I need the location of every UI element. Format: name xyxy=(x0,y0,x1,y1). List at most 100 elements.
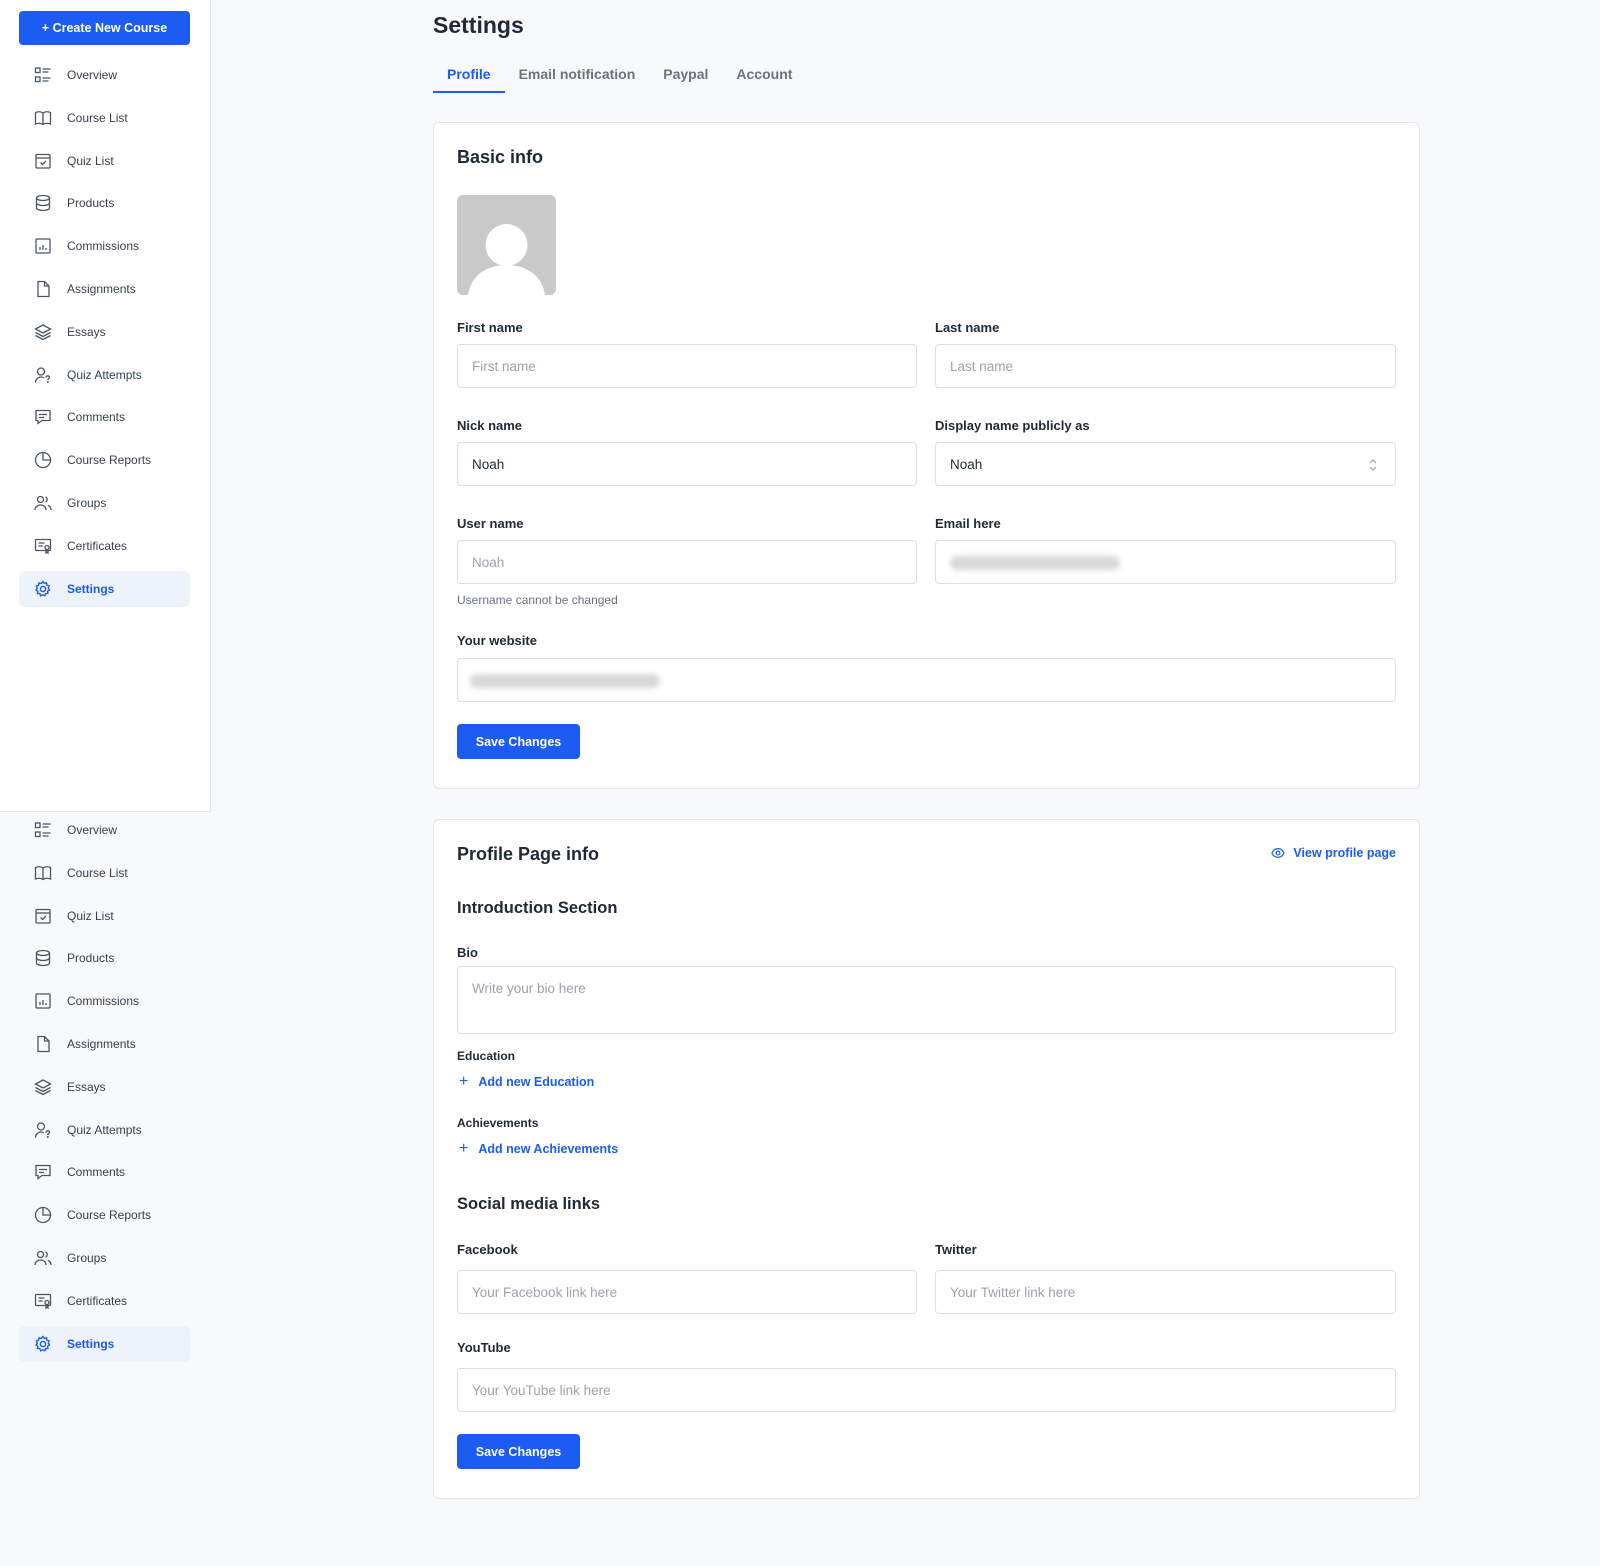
nick-name-input[interactable] xyxy=(457,442,917,486)
sidebar-item-label: Settings xyxy=(67,581,115,596)
sidebar-item-groups[interactable]: Groups xyxy=(19,485,190,521)
quiz-icon xyxy=(34,907,52,925)
profile-page-info-heading: Profile Page info xyxy=(457,844,600,864)
sidebar-item-label: Course Reports xyxy=(67,1208,152,1223)
sidebar-item-label: Certificates xyxy=(67,1293,128,1308)
layers-icon xyxy=(34,323,52,341)
gear-icon xyxy=(34,1334,52,1353)
tab-paypal[interactable]: Paypal xyxy=(649,60,722,93)
display-name-select[interactable]: Noah xyxy=(935,442,1396,486)
sidebar-item-quiz-list[interactable]: Quiz List xyxy=(19,143,190,179)
plus-icon: + xyxy=(459,1140,469,1157)
tab-email-notification[interactable]: Email notification xyxy=(505,60,650,93)
sidebar-item-secondary-course-reports[interactable]: Course Reports xyxy=(19,1197,190,1233)
sidebar-item-secondary-course-list[interactable]: Course List xyxy=(19,855,190,891)
sidebar-item-label: Assignments xyxy=(67,281,136,296)
user-name-help: Username cannot be changed xyxy=(457,593,618,607)
display-name-value: Noah xyxy=(950,456,983,472)
sidebar-item-commissions[interactable]: Commissions xyxy=(19,228,190,264)
sidebar-item-label: Commissions xyxy=(67,239,140,254)
website-input[interactable] xyxy=(457,658,1396,702)
save-changes-button[interactable]: Save Changes xyxy=(457,724,580,759)
sidebar-item-label: Essays xyxy=(67,1079,106,1094)
last-name-input[interactable] xyxy=(935,344,1396,388)
education-label: Education xyxy=(457,1049,516,1063)
sidebar-item-label: Settings xyxy=(67,1336,115,1351)
avatar[interactable] xyxy=(457,195,556,295)
sidebar-item-label: Commissions xyxy=(67,994,140,1009)
avatar-placeholder-icon xyxy=(468,224,545,295)
sidebar-item-label: Essays xyxy=(67,324,106,339)
sidebar-item-secondary-commissions[interactable]: Commissions xyxy=(19,983,190,1019)
sidebar-item-secondary-settings[interactable]: Settings xyxy=(19,1325,190,1362)
certificate-icon xyxy=(34,1292,52,1310)
sidebar-item-secondary-groups[interactable]: Groups xyxy=(19,1240,190,1276)
first-name-input[interactable] xyxy=(457,344,917,388)
email-redacted xyxy=(950,556,1120,570)
sidebar-item-course-reports[interactable]: Course Reports xyxy=(19,442,190,478)
bio-label: Bio xyxy=(457,945,478,960)
sidebar-item-secondary-assignments[interactable]: Assignments xyxy=(19,1026,190,1062)
sidebar-item-overview[interactable]: Overview xyxy=(19,57,190,93)
achievements-label: Achievements xyxy=(457,1116,539,1130)
save-changes-button[interactable]: Save Changes xyxy=(457,1434,580,1469)
settings-tabs: Profile Email notification Paypal Accoun… xyxy=(433,60,806,93)
certificate-icon xyxy=(34,537,52,555)
sidebar-item-label: Products xyxy=(67,196,115,211)
pie-chart-icon xyxy=(34,1206,52,1224)
basic-info-card: Basic info First name Last name Nick nam… xyxy=(433,122,1420,789)
twitter-label: Twitter xyxy=(935,1242,977,1257)
sidebar-item-quiz-attempts[interactable]: Quiz Attempts xyxy=(19,357,190,393)
quiz-icon xyxy=(34,152,52,170)
sidebar-item-label: Assignments xyxy=(67,1036,136,1051)
sidebar-item-label: Course Reports xyxy=(67,453,152,468)
sidebar-item-secondary-comments[interactable]: Comments xyxy=(19,1154,190,1190)
sidebar-nav: Overview Course List Quiz List Products Comm… xyxy=(19,57,190,613)
sidebar-item-label: Overview xyxy=(67,823,118,837)
tab-account[interactable]: Account xyxy=(722,60,806,93)
add-education-link[interactable]: + Add new Education xyxy=(457,1073,594,1091)
sidebar-item-essays[interactable]: Essays xyxy=(19,314,190,350)
display-name-label: Display name publicly as xyxy=(935,418,1090,433)
user-name-value: Noah xyxy=(472,554,505,570)
last-name-label: Last name xyxy=(935,320,1000,335)
sidebar-item-secondary-essays[interactable]: Essays xyxy=(19,1069,190,1105)
bio-textarea[interactable] xyxy=(457,966,1396,1034)
sidebar-item-secondary-quiz-list[interactable]: Quiz List xyxy=(19,898,190,934)
sidebar-item-products[interactable]: Products xyxy=(19,185,190,221)
file-icon xyxy=(34,1035,52,1053)
sidebar-item-course-list[interactable]: Course List xyxy=(19,100,190,136)
create-new-course-button[interactable]: + Create New Course xyxy=(19,11,190,45)
sidebar-item-secondary-products[interactable]: Products xyxy=(19,940,190,976)
sidebar-item-settings[interactable]: Settings xyxy=(19,570,190,607)
youtube-input[interactable] xyxy=(457,1368,1396,1412)
sidebar-item-label: Comments xyxy=(67,1165,126,1180)
first-name-label: First name xyxy=(457,320,523,335)
sidebar-item-secondary-overview[interactable]: Overview xyxy=(19,812,190,848)
email-input[interactable] xyxy=(935,540,1396,584)
website-redacted xyxy=(470,674,660,688)
sidebar-item-assignments[interactable]: Assignments xyxy=(19,271,190,307)
chart-icon xyxy=(34,237,52,255)
sidebar-item-label: Groups xyxy=(67,1250,107,1265)
sidebar-nav-secondary: Overview Course List Quiz List Products Comm… xyxy=(19,812,190,1368)
facebook-label: Facebook xyxy=(457,1242,518,1257)
view-profile-page-link[interactable]: View profile page xyxy=(1271,846,1396,860)
sidebar-item-label: Overview xyxy=(67,68,118,82)
sidebar-item-secondary-quiz-attempts[interactable]: Quiz Attempts xyxy=(19,1112,190,1148)
add-achievements-link[interactable]: + Add new Achievements xyxy=(457,1140,618,1158)
sidebar-item-secondary-certificates[interactable]: Certificates xyxy=(19,1283,190,1319)
sidebar-item-comments[interactable]: Comments xyxy=(19,399,190,435)
book-icon xyxy=(34,864,52,882)
profile-page-info-card: Profile Page info View profile page Intr… xyxy=(433,819,1420,1499)
facebook-input[interactable] xyxy=(457,1270,917,1314)
tab-profile[interactable]: Profile xyxy=(433,60,505,93)
plus-icon: + xyxy=(459,1073,469,1090)
sidebar-item-certificates[interactable]: Certificates xyxy=(19,528,190,564)
sidebar-item-label: Quiz Attempts xyxy=(67,1122,142,1137)
nick-name-label: Nick name xyxy=(457,418,523,433)
eye-icon xyxy=(1271,848,1286,858)
page-title: Settings xyxy=(433,12,524,38)
twitter-input[interactable] xyxy=(935,1270,1396,1314)
sidebar-item-label: Certificates xyxy=(67,538,128,553)
